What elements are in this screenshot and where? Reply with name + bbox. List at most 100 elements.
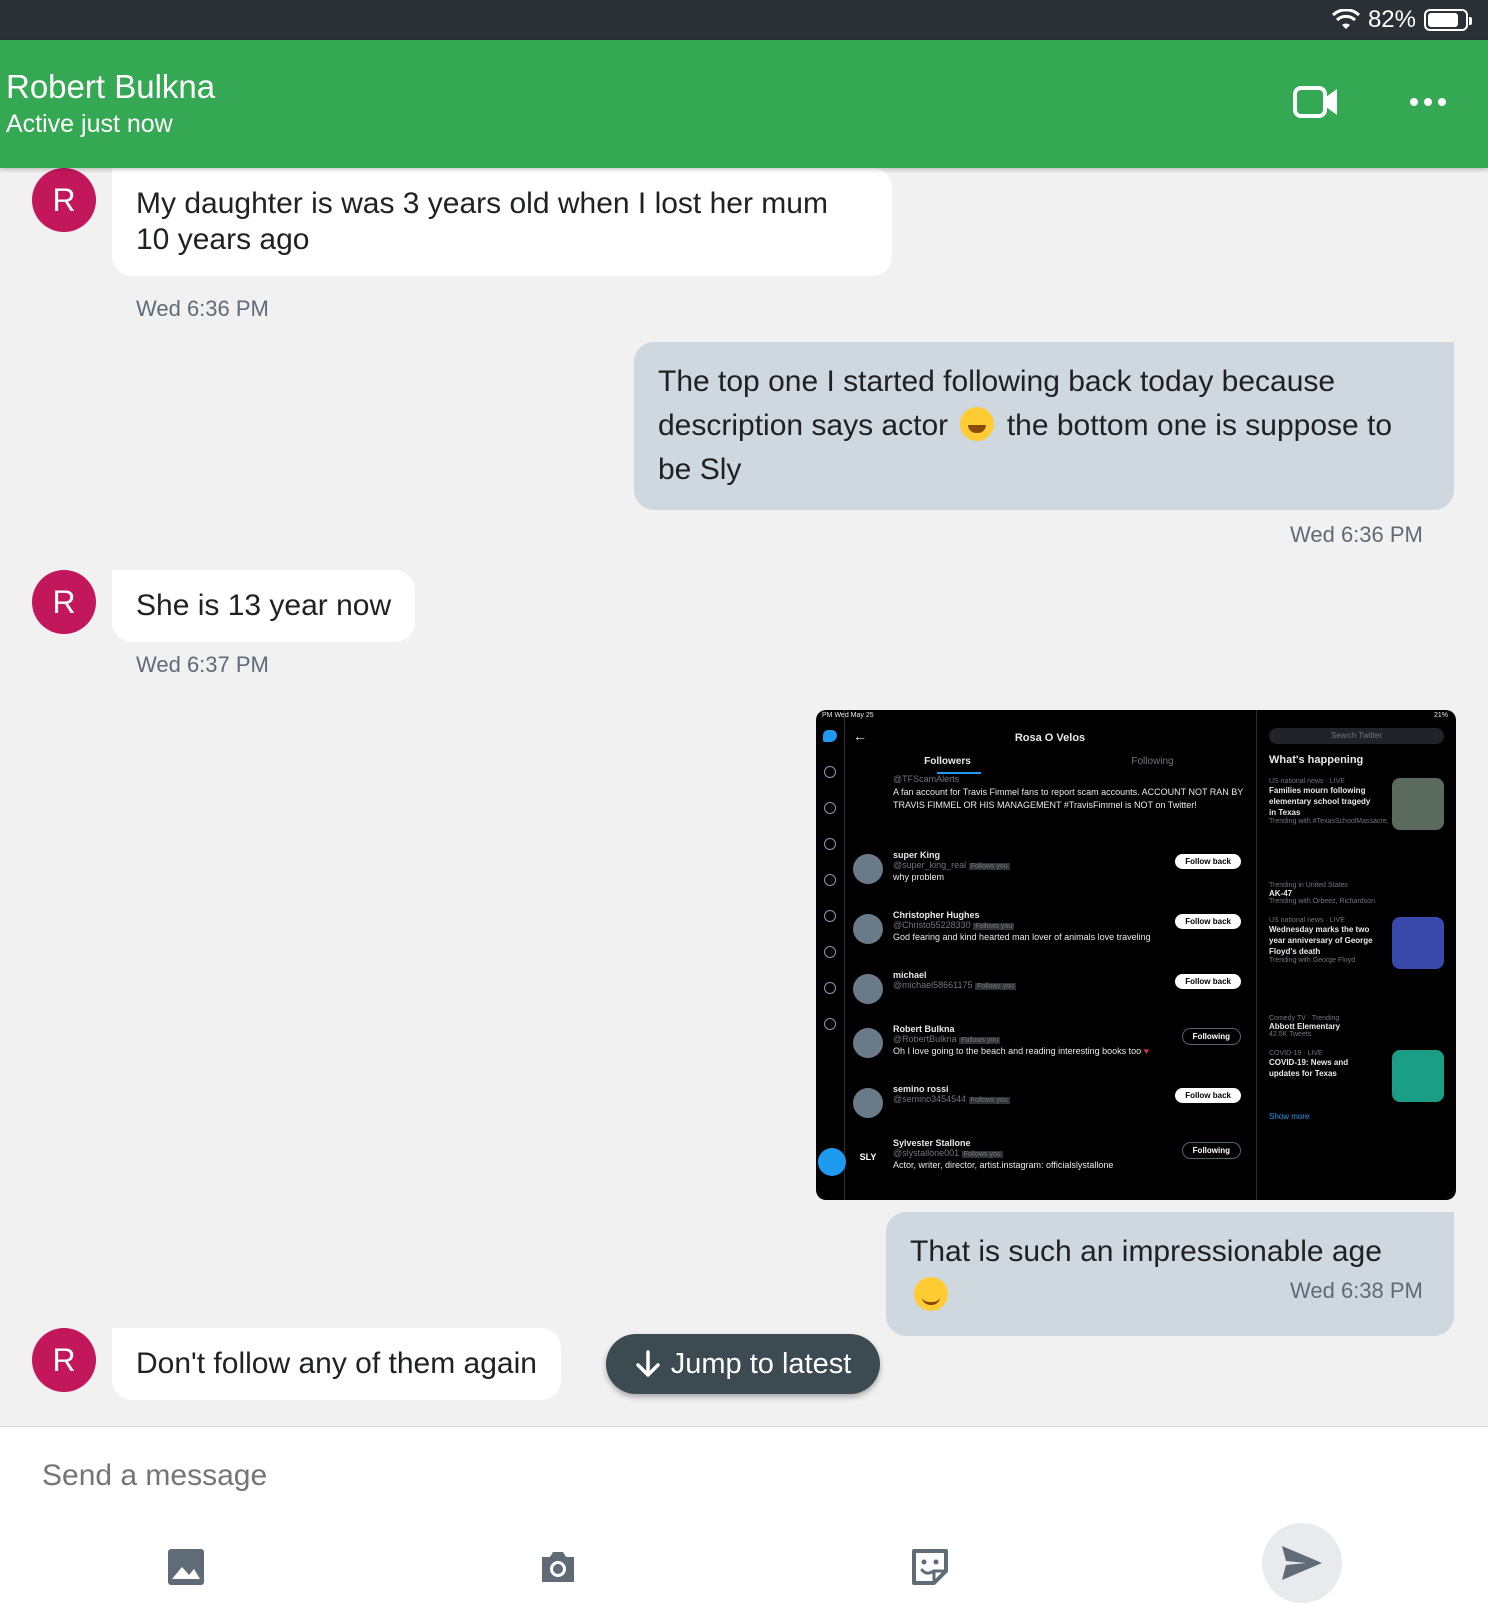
- trend-thumbnail: [1392, 1050, 1444, 1102]
- trend-meta: Comedy TV · Trending: [1269, 1015, 1340, 1022]
- profile-icon: [824, 982, 836, 994]
- follower-bio: God fearing and kind hearted man lover o…: [893, 932, 1151, 942]
- search-icon: [824, 802, 836, 814]
- sticker-icon[interactable]: [910, 1547, 950, 1587]
- follower-avatar: [853, 914, 883, 944]
- follower-handle: @semino3454544: [893, 1094, 967, 1104]
- follower-row: Robert Bulkna @RobertBulkna Follows you …: [853, 1024, 1249, 1058]
- battery-level: [1428, 13, 1458, 27]
- battery-percent: 82%: [1367, 6, 1416, 33]
- following-button: Following: [1181, 1028, 1241, 1045]
- trend-item: Trending in United States AK-47 Trending…: [1269, 882, 1444, 905]
- bookmark-icon: [824, 910, 836, 922]
- follower-handle: @slystallone001: [893, 1148, 960, 1158]
- follows-you-badge: Follows you: [959, 1037, 1001, 1044]
- outgoing-message[interactable]: The top one I started following back tod…: [634, 342, 1454, 510]
- follower-row: SLY Sylvester Stallone @slystallone001 F…: [853, 1138, 1249, 1172]
- follow-back-button: Follow back: [1175, 974, 1241, 989]
- message-timestamp: Wed 6:37 PM: [136, 652, 269, 677]
- trend-item: COVID-19 · LIVE COVID-19: News and updat…: [1269, 1050, 1444, 1102]
- follower-bio: Oh I love going to the beach and reading…: [893, 1046, 1142, 1056]
- message-thread[interactable]: R My daughter is was 3 years old when I …: [0, 168, 1488, 1426]
- status-bar: 82%: [0, 0, 1488, 40]
- tab-followers: Followers: [924, 756, 971, 767]
- bell-icon: [824, 838, 836, 850]
- smiling-face-emoji-icon: [914, 1277, 948, 1311]
- follower-row: michael @michael58661175 Follows you Fol…: [853, 970, 1249, 1004]
- follow-tabs: Followers Following: [845, 756, 1255, 767]
- trend-meta: Trending in United States: [1269, 882, 1348, 889]
- trends-panel: Search Twitter What's happening US natio…: [1256, 710, 1456, 1200]
- wifi-icon: [1331, 9, 1360, 29]
- incoming-message[interactable]: Don't follow any of them again: [112, 1328, 561, 1400]
- trend-thumbnail: [1392, 778, 1444, 830]
- home-icon: [824, 766, 836, 778]
- twitter-sidebar: [816, 710, 846, 1200]
- incoming-message[interactable]: My daughter is was 3 years old when I lo…: [112, 168, 892, 276]
- battery-icon: [1424, 9, 1472, 31]
- trend-title: Families mourn following elementary scho…: [1269, 786, 1371, 817]
- followers-panel: ← Rosa O Velos Followers Following @TFSc…: [845, 710, 1255, 1200]
- gallery-image-icon[interactable]: [166, 1547, 206, 1587]
- trend-item: US national news · LIVE Wednesday marks …: [1269, 917, 1444, 1003]
- follower-avatar: [853, 1088, 883, 1118]
- jump-to-latest-label: Jump to latest: [670, 1347, 852, 1380]
- compose-tweet-icon: [818, 1148, 846, 1176]
- follower-avatar: [853, 854, 883, 884]
- incoming-message[interactable]: She is 13 year now: [112, 570, 416, 642]
- tab-following: Following: [1131, 756, 1174, 767]
- tears-of-joy-emoji-icon: [960, 407, 995, 441]
- follows-you-badge: Follows you: [975, 983, 1017, 990]
- trend-sub: 42.5K Tweets: [1269, 1031, 1312, 1038]
- status-indicators: 82%: [1331, 6, 1472, 34]
- trend-item: US national news · LIVE Families mourn f…: [1269, 778, 1444, 870]
- show-more-link: Show more: [1269, 1112, 1310, 1121]
- message-timestamp: Wed 6:36 PM: [136, 296, 269, 321]
- follower-avatar: [853, 1028, 883, 1058]
- twitter-bird-icon: [823, 730, 837, 742]
- avatar[interactable]: R: [32, 1328, 96, 1392]
- follower-bio: Actor, writer, director, artist.instagra…: [893, 1160, 1114, 1170]
- trend-thumbnail: [1392, 917, 1444, 969]
- trend-title: COVID-19: News and updates for Texas: [1269, 1058, 1349, 1078]
- conversation-header: Robert Bulkna Active just now: [0, 40, 1488, 168]
- contact-status: Active just now: [6, 110, 173, 138]
- trend-sub: Trending with Orbeez, Richardson: [1269, 898, 1375, 905]
- follower-avatar: [853, 974, 883, 1004]
- send-button[interactable]: [1262, 1523, 1342, 1603]
- arrow-down-icon: [635, 1350, 660, 1377]
- follows-you-badge: Follows you: [968, 1097, 1010, 1104]
- follower-row: semino rossi @semino3454544 Follows you …: [853, 1084, 1249, 1118]
- video-camera-icon[interactable]: [1292, 80, 1340, 124]
- follower-handle: @Christo55228330: [893, 920, 971, 930]
- whats-happening-heading: What's happening: [1269, 754, 1364, 766]
- follower-row: @TFScamAlerts A fan account for Travis F…: [853, 774, 1249, 812]
- follows-you-badge: Follows you: [973, 923, 1015, 930]
- heart-icon: ♥: [1141, 1046, 1150, 1056]
- more-horizontal-icon[interactable]: [1408, 90, 1448, 114]
- following-button: Following: [1181, 1142, 1241, 1159]
- jump-to-latest-button[interactable]: Jump to latest: [606, 1334, 880, 1394]
- message-input[interactable]: [42, 1451, 1142, 1501]
- avatar[interactable]: R: [32, 168, 96, 232]
- outgoing-message[interactable]: That is such an impressionable age: [886, 1212, 1454, 1336]
- trend-title: Abbott Elementary: [1269, 1022, 1341, 1031]
- camera-icon[interactable]: [538, 1547, 578, 1587]
- follower-handle: @super_king_real: [893, 860, 967, 870]
- avatar[interactable]: R: [32, 570, 96, 634]
- contact-name: Robert Bulkna: [6, 68, 216, 105]
- list-icon: [824, 946, 836, 958]
- follower-row: super King @super_king_real Follows you …: [853, 850, 1249, 884]
- message-timestamp: Wed 6:38 PM: [1290, 1278, 1423, 1303]
- profile-name: Rosa O Velos: [1014, 732, 1086, 744]
- sly-logo-icon: SLY: [853, 1142, 883, 1172]
- follow-back-button: Follow back: [1175, 1088, 1241, 1103]
- follower-bio: why problem: [893, 872, 945, 882]
- mail-icon: [824, 874, 836, 886]
- trend-title: Wednesday marks the two year anniversary…: [1269, 925, 1373, 956]
- trend-item: Comedy TV · Trending Abbott Elementary 4…: [1269, 1015, 1444, 1038]
- send-icon: [1282, 1546, 1322, 1580]
- follow-back-button: Follow back: [1175, 854, 1241, 869]
- image-attachment[interactable]: PM Wed May 25 21% ← Rosa O Velos Followe…: [816, 710, 1456, 1200]
- follower-bio: A fan account for Travis Fimmel fans to …: [893, 787, 1244, 810]
